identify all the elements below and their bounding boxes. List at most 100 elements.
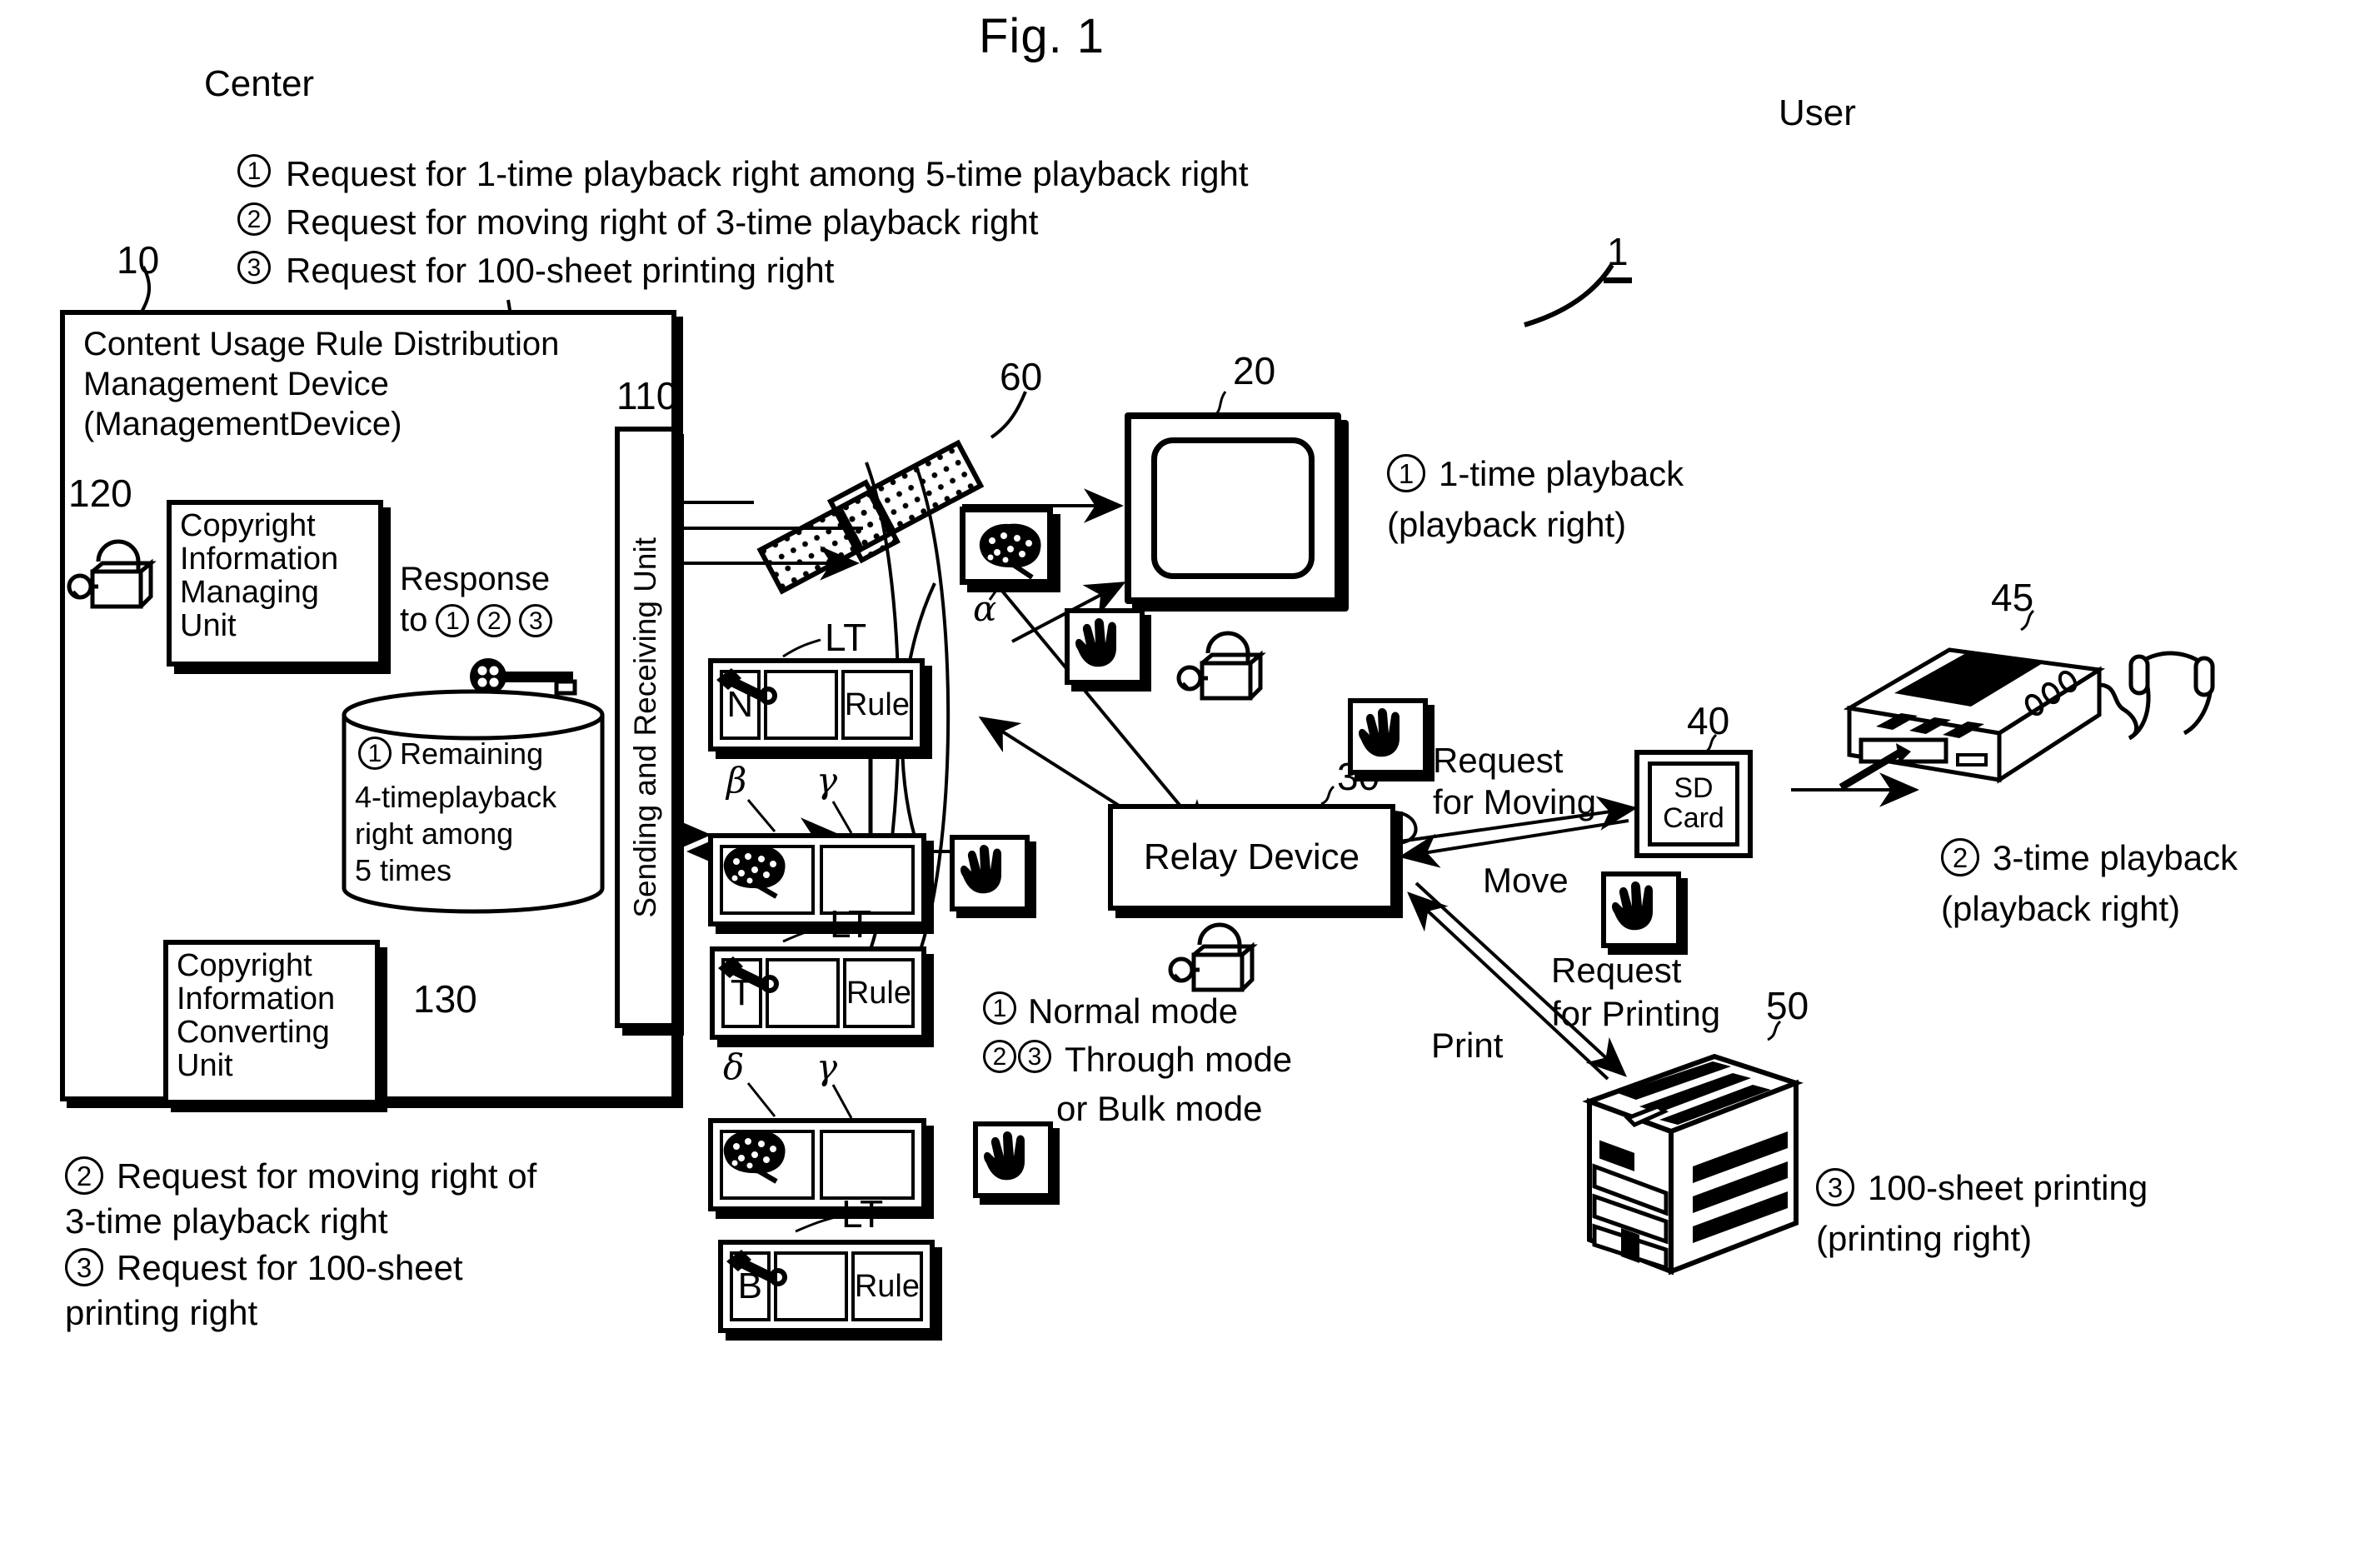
label-user: User — [1779, 92, 1856, 133]
padlock-icon — [1168, 922, 1258, 992]
beta-label: β — [726, 760, 747, 801]
relay-device-label: Relay Device — [1143, 836, 1360, 877]
padlock-icon — [1176, 631, 1266, 701]
copyright-info-managing-unit-label: Copyright Information Managing Unit — [180, 508, 339, 643]
ref-label-45: 45 — [1991, 576, 2034, 619]
lt-key-cell-b — [726, 1250, 848, 1321]
brain-icon — [723, 1130, 786, 1184]
content-block-delta-gamma — [708, 1118, 926, 1211]
ref-label-130: 130 — [413, 977, 477, 1021]
sd-card: SD Card — [1634, 750, 1753, 858]
ref-label-110: 110 — [616, 374, 678, 417]
hand-icon — [984, 1131, 1025, 1181]
printer-caption-num: 3 — [1816, 1168, 1854, 1206]
printer-caption-row: 3 100-sheet printing — [1816, 1168, 2148, 1208]
bottom-legend-num-3: 3 — [65, 1248, 103, 1286]
management-device-title-line2: Management Device — [83, 366, 389, 402]
db-line1-row: 1 Remaining — [358, 737, 543, 772]
lt-rule-n: Rule — [841, 670, 913, 740]
response-num-1: 1 — [436, 603, 470, 637]
copyright-info-managing-unit-box: Copyright Information Managing Unit — [167, 500, 383, 667]
lt-block-n: N Rule — [708, 658, 925, 752]
ref-label-20: 20 — [1233, 349, 1276, 392]
printer-caption-line1: 100-sheet printing — [1868, 1168, 2148, 1207]
management-device-title-line3: (ManagementDevice) — [83, 406, 402, 442]
bottom-legend-text-2b: 3-time playback right — [65, 1201, 388, 1241]
legend-text-2: Request for moving right of 3-time playb… — [286, 202, 1039, 242]
response-label-line2-row: to 1 2 3 — [400, 602, 553, 639]
ref-label-10: 10 — [117, 238, 160, 282]
copyright-info-converting-unit-label: Copyright Information Converting Unit — [177, 948, 336, 1083]
lt-label-1: LT — [825, 616, 867, 659]
legend-text-1: Request for 1-time playback right among … — [286, 154, 1249, 193]
ref-label-40: 40 — [1687, 699, 1730, 742]
copyright-info-converting-unit-box: Copyright Information Converting Unit — [163, 940, 380, 1105]
mode-num-1: 1 — [983, 991, 1016, 1025]
content-block-alpha — [960, 507, 1053, 585]
hand-icon-box — [973, 1121, 1053, 1198]
figure-title: Fig. 1 — [979, 9, 1105, 63]
legend-text-3: Request for 100-sheet printing right — [286, 251, 835, 290]
mode-text-1: Normal mode — [1028, 991, 1239, 1031]
legend-num-3: 3 — [237, 251, 271, 284]
ref-label-60: 60 — [1000, 355, 1043, 398]
key-icon — [718, 956, 779, 993]
response-label-line1: Response — [400, 561, 551, 597]
mode-num-2b: 3 — [1018, 1040, 1051, 1073]
legend-num-2: 2 — [237, 202, 271, 236]
db-line4: 5 times — [355, 853, 452, 887]
request-for-moving-line1: Request — [1433, 741, 1564, 780]
bottom-legend-num-2: 2 — [65, 1156, 103, 1195]
mode-row-1: 1 Normal mode — [983, 991, 1238, 1031]
response-num-3: 3 — [519, 603, 553, 637]
tv-caption-line1: 1-time playback — [1439, 454, 1684, 493]
bottom-legend: 2 Request for moving right of 3-time pla… — [65, 1156, 536, 1333]
tv-caption-row: 1 1-time playback — [1387, 454, 1684, 494]
request-for-printing-line2: for Printing — [1551, 994, 1721, 1033]
brain-icon — [723, 845, 786, 899]
management-device-title-line1: Content Usage Rule Distribution — [83, 326, 560, 362]
rights-database: 1 Remaining 4-timeplayback right among 5… — [340, 689, 606, 914]
player-caption-line2: (playback right) — [1941, 889, 2181, 928]
bottom-legend-text-3b: printing right — [65, 1293, 258, 1332]
lt-key-cell-t — [718, 956, 840, 1028]
lt-label-2: LT — [830, 902, 872, 946]
db-line2: 4-timeplayback — [355, 780, 557, 814]
printer-caption-line2: (printing right) — [1816, 1219, 2033, 1258]
lt-key-cell-n — [716, 668, 838, 740]
hand-icon — [960, 845, 1001, 894]
bottom-legend-text-3: Request for 100-sheet — [117, 1248, 463, 1287]
player-caption-num: 2 — [1941, 838, 1979, 876]
response-num-2: 2 — [477, 603, 511, 637]
player-caption-line1: 3-time playback — [1993, 838, 2238, 877]
db-line3: right among — [355, 816, 514, 851]
gamma-label-1: γ — [816, 760, 838, 801]
lt-label-3: LT — [841, 1192, 884, 1236]
relay-device-box: Relay Device — [1108, 804, 1395, 911]
alpha-label: α — [973, 588, 997, 629]
top-legend: 1 Request for 1-time playback right amon… — [237, 154, 1249, 291]
tv-caption-line2: (playback right) — [1387, 505, 1627, 544]
player-caption-row: 2 3-time playback — [1941, 838, 2238, 878]
lt-block-b: B Rule — [718, 1240, 935, 1333]
lt-block-t: T Rule — [710, 946, 926, 1040]
key-icon — [726, 1250, 787, 1286]
content-cell-gamma-2 — [723, 1130, 915, 1200]
tv-screen — [1151, 437, 1315, 579]
ref-label-50: 50 — [1766, 984, 1809, 1027]
gamma-label-2: γ — [816, 1046, 838, 1087]
print-label: Print — [1431, 1026, 1504, 1065]
hand-icon-box — [1065, 608, 1145, 685]
request-for-moving-line2: for Moving — [1433, 782, 1597, 821]
mode-num-2a: 2 — [983, 1040, 1016, 1073]
sd-card-line2: Card — [1663, 802, 1724, 834]
bottom-legend-text-2: Request for moving right of — [117, 1156, 537, 1196]
hand-icon — [1359, 708, 1400, 757]
move-label: Move — [1483, 861, 1569, 900]
tv-caption-num: 1 — [1387, 454, 1425, 492]
delta-label: δ — [723, 1046, 745, 1087]
hand-icon-box — [950, 835, 1030, 911]
hand-icon-box — [1348, 698, 1428, 775]
hand-icon-box — [1601, 871, 1681, 948]
padlock-icon — [67, 539, 157, 609]
